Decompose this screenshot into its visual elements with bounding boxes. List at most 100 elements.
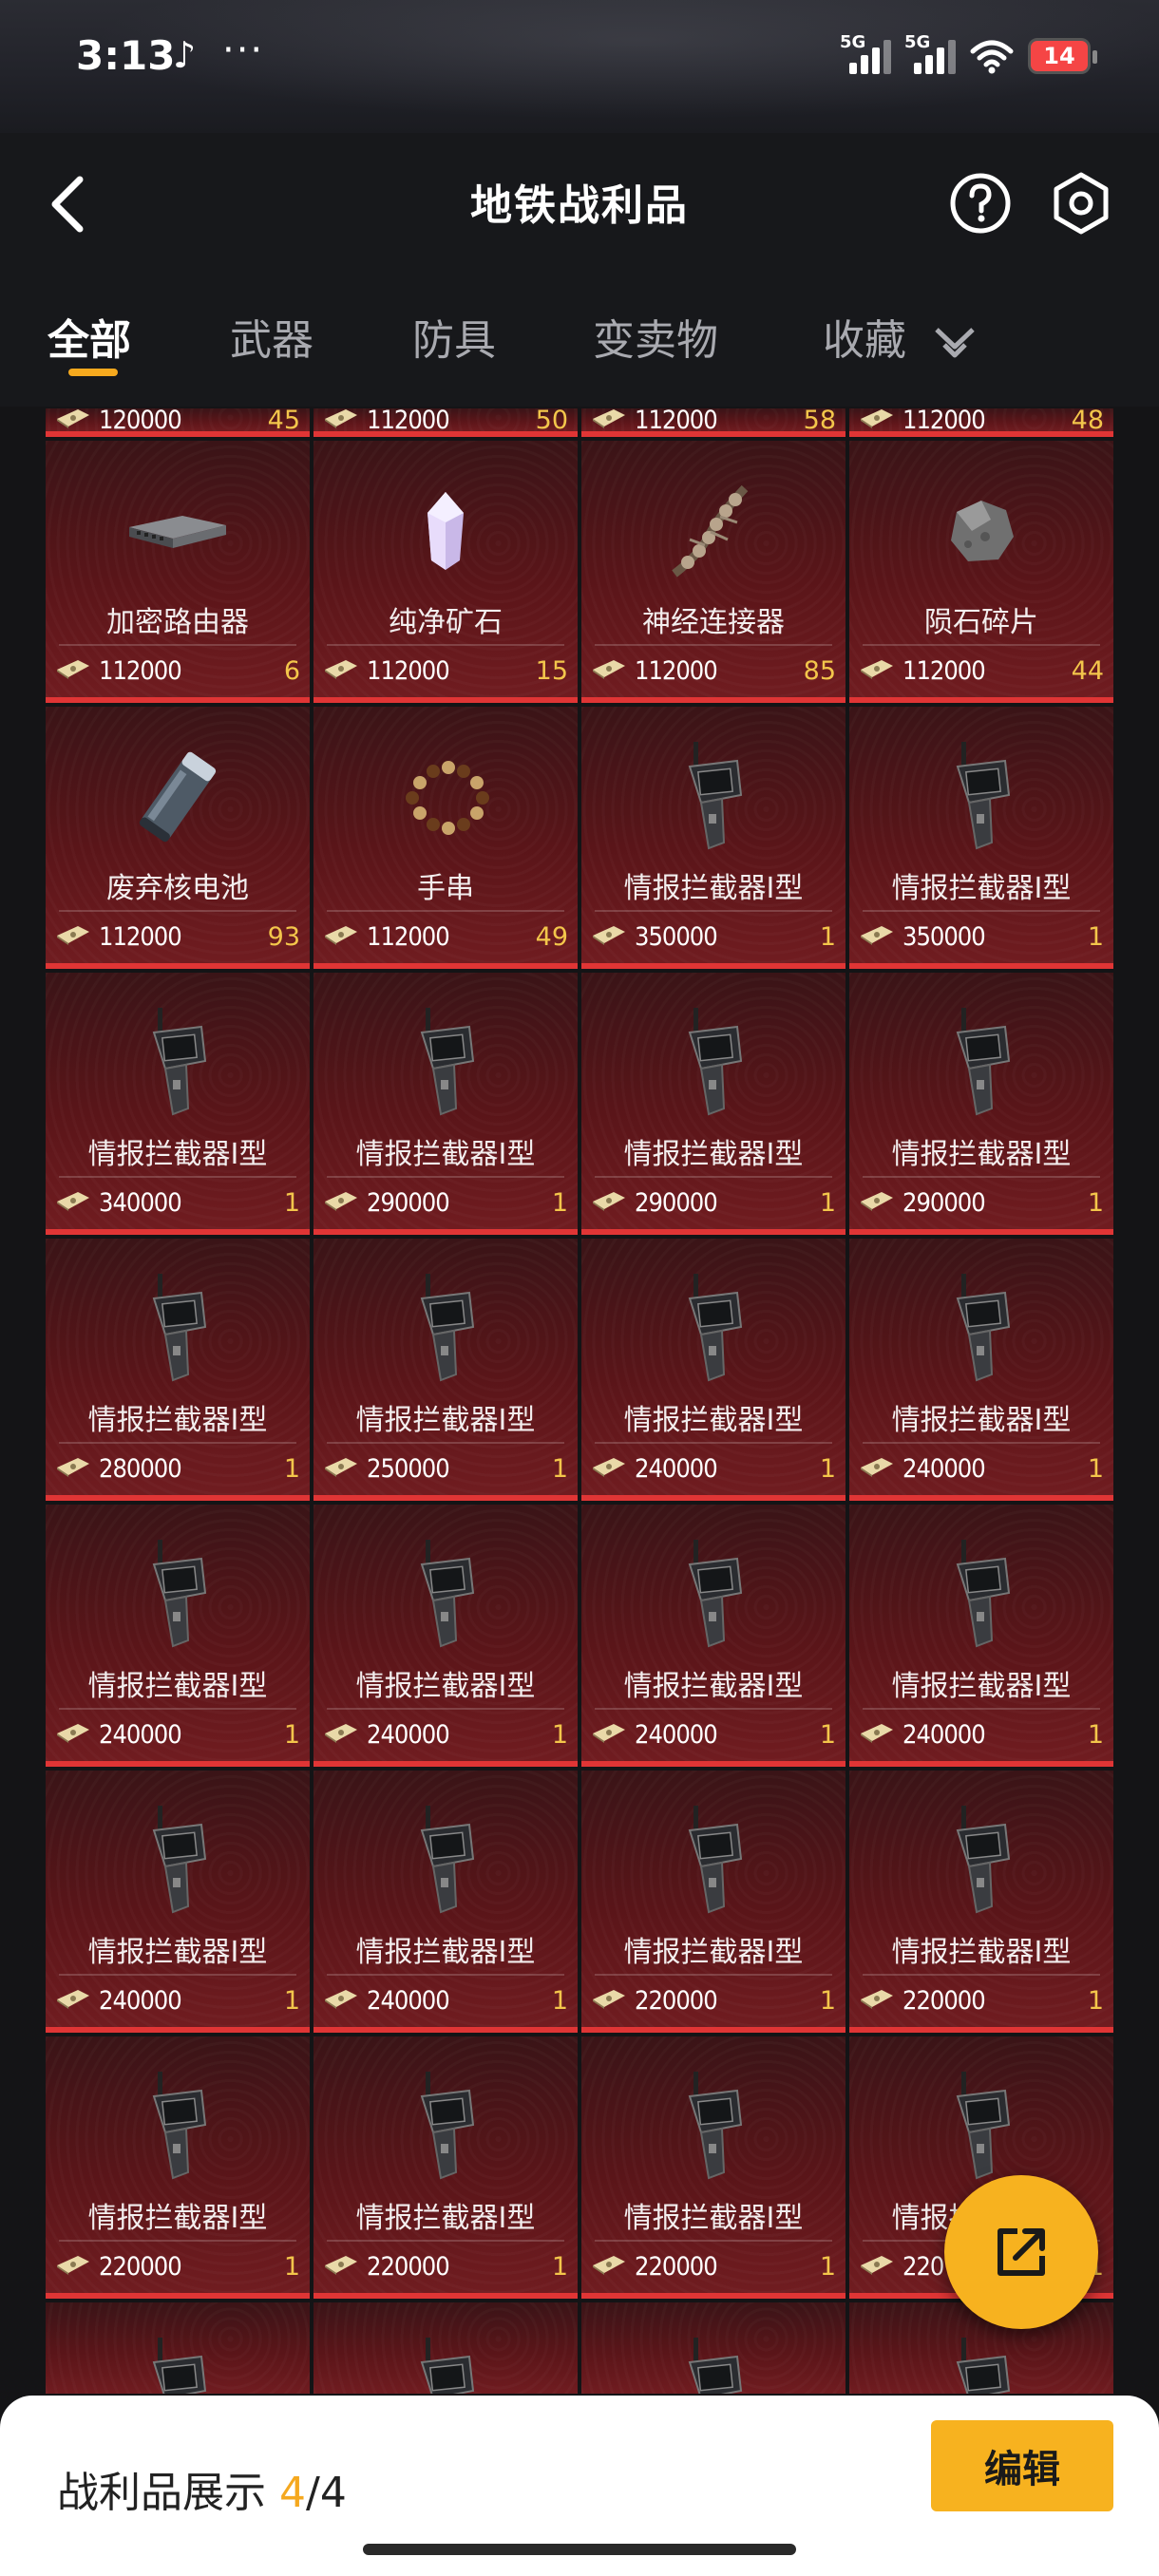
loot-card[interactable]: 120000 45 [46,408,310,437]
loot-card[interactable]: 情报拦截器Ⅰ型 220000 1 [581,1771,846,2033]
loot-card[interactable]: 情报拦截器Ⅰ型 290000 1 [314,973,578,1235]
more-notifications-icon: ··· [222,28,265,72]
loot-card[interactable]: 情报拦截器Ⅰ型 240000 1 [46,1771,310,2033]
current-count: 4 [279,2469,306,2517]
price-row: 112000 48 [859,408,1104,435]
item-price: 290000 [902,1187,986,1218]
loot-card[interactable]: 112000 58 [581,408,846,437]
loot-card[interactable]: 情报拦截器Ⅰ型 220000 1 [314,2036,578,2299]
loot-grid-scroll[interactable]: 120000 45 112000 50 112000 58 112000 48 加密路由器 112… [0,408,1159,2394]
tab-all[interactable]: 全部 [48,306,131,367]
price-row: 350000 1 [859,918,1104,956]
cash-icon [859,1190,902,1215]
beads-icon [314,735,578,859]
item-price: 112000 [367,655,450,686]
item-price: 290000 [635,1187,718,1218]
settings-button[interactable] [1047,169,1115,237]
loot-card[interactable] [581,2302,846,2394]
loot-card[interactable]: 情报拦截器Ⅰ型 240000 1 [46,1505,310,1767]
loot-card[interactable]: 加密路由器 112000 6 [46,441,310,703]
interceptor-icon [581,1267,846,1391]
cash-icon [323,2254,367,2279]
price-row: 250000 1 [323,1449,568,1487]
loot-card[interactable]: 情报拦截器Ⅰ型 240000 1 [849,1239,1113,1501]
tab-weapons[interactable]: 武器 [230,306,314,367]
loot-card[interactable] [46,2302,310,2394]
help-button[interactable] [946,169,1015,237]
cash-icon [323,1988,367,2013]
tab-sellables[interactable]: 变卖物 [593,306,718,367]
loot-card[interactable]: 情报拦截器Ⅰ型 240000 1 [314,1771,578,2033]
cash-icon [55,1988,99,2013]
item-name: 纯净矿石 [327,598,564,646]
tab-favorites[interactable]: 收藏 [823,306,977,367]
cash-icon [55,408,99,431]
item-name: 情报拦截器Ⅰ型 [595,1662,832,1710]
item-quantity: 1 [1087,921,1104,952]
item-price: 240000 [99,1985,182,2016]
loot-card[interactable]: 陨石碎片 112000 44 [849,441,1113,703]
loot-card[interactable]: 情报拦截器Ⅰ型 280000 1 [46,1239,310,1501]
item-quantity: 1 [819,1187,836,1218]
loot-card[interactable]: 情报拦截器Ⅰ型 350000 1 [581,707,846,969]
item-name: 情报拦截器Ⅰ型 [863,1396,1100,1444]
item-quantity: 58 [803,408,836,435]
item-price: 220000 [902,1985,986,2016]
signal-icon-2: 5G [904,32,956,74]
signal-icon: 5G [840,32,891,74]
price-row: 112000 6 [55,652,300,690]
loot-card[interactable]: 112000 48 [849,408,1113,437]
item-name: 情报拦截器Ⅰ型 [863,864,1100,912]
price-row: 280000 1 [55,1449,300,1487]
loot-card[interactable]: 情报拦截器Ⅰ型 250000 1 [314,1239,578,1501]
loot-card[interactable]: 情报拦截器Ⅰ型 220000 1 [46,2036,310,2299]
loot-card[interactable] [314,2302,578,2394]
item-quantity: 1 [819,921,836,952]
price-row: 240000 1 [591,1449,836,1487]
price-row: 240000 1 [323,1981,568,2019]
rock-icon [849,469,1113,593]
price-row: 290000 1 [591,1184,836,1222]
item-quantity: 1 [1087,1719,1104,1750]
share-button[interactable] [944,2175,1098,2329]
item-price: 220000 [635,2251,718,2282]
loot-card[interactable]: 情报拦截器Ⅰ型 240000 1 [314,1505,578,1767]
item-price: 240000 [367,1985,450,2016]
cash-icon [323,924,367,949]
item-name: 情报拦截器Ⅰ型 [595,1396,832,1444]
loot-card[interactable]: 情报拦截器Ⅰ型 340000 1 [46,973,310,1235]
loot-card[interactable]: 神经连接器 112000 85 [581,441,846,703]
interceptor-icon [581,1799,846,1923]
cash-icon [55,924,99,949]
loot-card[interactable]: 情报拦截器Ⅰ型 290000 1 [849,973,1113,1235]
loot-card[interactable]: 情报拦截器Ⅰ型 220000 1 [849,1771,1113,2033]
price-row: 112000 49 [323,918,568,956]
loot-display-label: 战利品展示 [57,2469,279,2517]
network-type-label-2: 5G [904,32,931,52]
loot-card[interactable]: 情报拦截器Ⅰ型 240000 1 [849,1505,1113,1767]
loot-card[interactable]: 112000 50 [314,408,578,437]
interceptor-icon [849,2331,1113,2394]
status-bar: 3:13 ♪ ··· 5G 5G 14 [0,0,1159,133]
tab-armor[interactable]: 防具 [412,306,496,367]
item-quantity: 45 [267,408,300,435]
loot-card[interactable]: 情报拦截器Ⅰ型 240000 1 [581,1239,846,1501]
edit-button[interactable]: 编辑 [931,2420,1113,2511]
price-row: 120000 45 [55,408,300,435]
loot-card[interactable]: 情报拦截器Ⅰ型 290000 1 [581,973,846,1235]
item-name: 情报拦截器Ⅰ型 [59,1130,296,1178]
loot-card[interactable]: 纯净矿石 112000 15 [314,441,578,703]
loot-card[interactable]: 情报拦截器Ⅰ型 240000 1 [581,1505,846,1767]
cash-icon [591,1456,635,1481]
item-name: 情报拦截器Ⅰ型 [327,1130,564,1178]
router-icon [46,469,310,593]
interceptor-icon [46,1001,310,1125]
loot-card[interactable]: 情报拦截器Ⅰ型 350000 1 [849,707,1113,969]
loot-card[interactable]: 情报拦截器Ⅰ型 220000 1 [581,2036,846,2299]
item-price: 240000 [902,1453,986,1484]
item-price: 112000 [902,408,986,435]
loot-card[interactable]: 废弃核电池 112000 93 [46,707,310,969]
cash-icon [591,658,635,683]
item-price: 240000 [902,1719,986,1750]
loot-card[interactable]: 手串 112000 49 [314,707,578,969]
